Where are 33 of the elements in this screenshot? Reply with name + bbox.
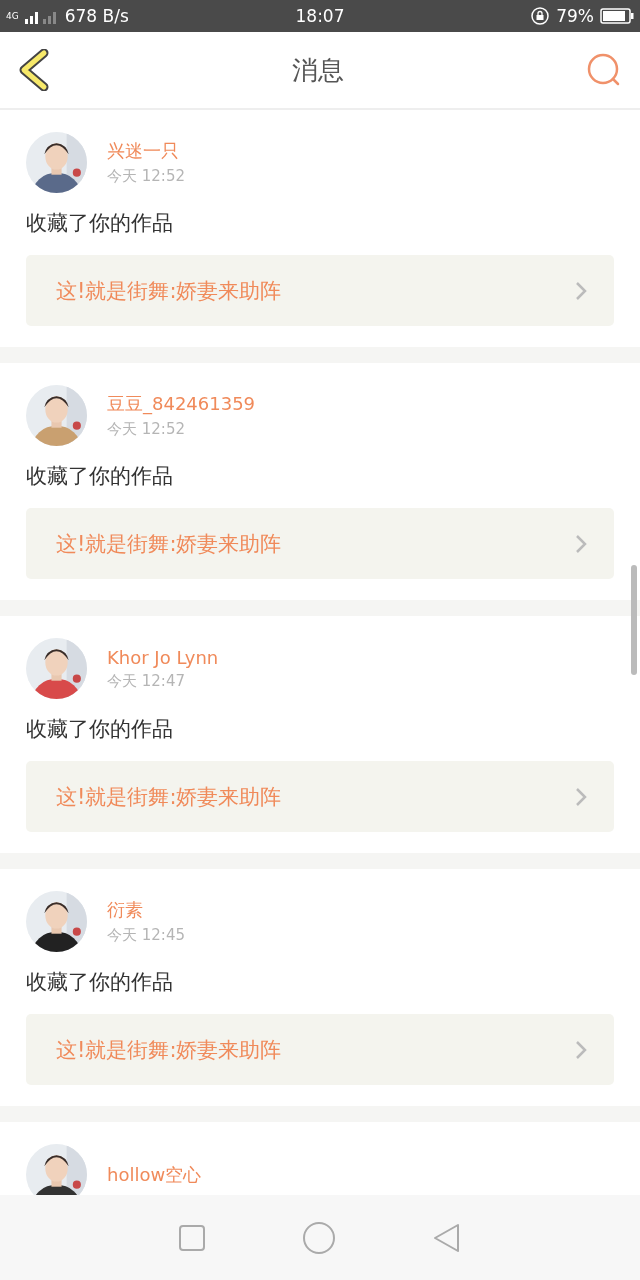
user-name[interactable]: hollow空心 [107,1162,202,1187]
network-label: 4G [6,11,19,21]
message-text: 收藏了你的作品 [26,463,174,490]
work-link[interactable]: 这!就是街舞:娇妻来助阵 [26,255,614,326]
message-text: 收藏了你的作品 [26,210,174,237]
work-link[interactable]: 这!就是街舞:娇妻来助阵 [26,761,614,832]
battery-icon [600,8,634,24]
message-time: 今天 12:47 [107,671,186,691]
work-title: 这!就是街舞:娇妻来助阵 [56,783,282,811]
clock: 18:07 [295,6,345,26]
back-icon[interactable] [18,49,50,91]
work-title: 这!就是街舞:娇妻来助阵 [56,530,282,558]
user-name[interactable]: 衍素 [107,898,185,922]
network-speed: 678 B/s [64,6,129,26]
user-name[interactable]: 兴迷一只 [107,139,185,163]
user-name[interactable]: 豆豆_842461359 [107,392,256,416]
message-text: 收藏了你的作品 [26,969,174,996]
rotation-lock-icon [530,6,551,26]
chevron-icon [574,532,588,555]
page-title: 消息 [292,53,344,87]
user-name[interactable]: Khor Jo Lynn [107,646,219,668]
battery-percent: 79% [556,6,594,26]
message-time: 今天 12:45 [107,926,185,945]
chevron-icon [574,1038,588,1061]
chevron-icon [574,785,588,808]
chevron-icon [574,279,588,302]
message-time: 今天 12:52 [107,167,185,186]
work-title: 这!就是街舞:娇妻来助阵 [56,277,282,305]
work-link[interactable]: 这!就是街舞:娇妻来助阵 [26,1014,614,1085]
work-link[interactable]: 这!就是街舞:娇妻来助阵 [26,508,614,579]
work-title: 这!就是街舞:娇妻来助阵 [56,1036,282,1064]
message-text: 收藏了你的作品 [26,716,174,743]
message-time: 今天 12:52 [107,420,186,439]
